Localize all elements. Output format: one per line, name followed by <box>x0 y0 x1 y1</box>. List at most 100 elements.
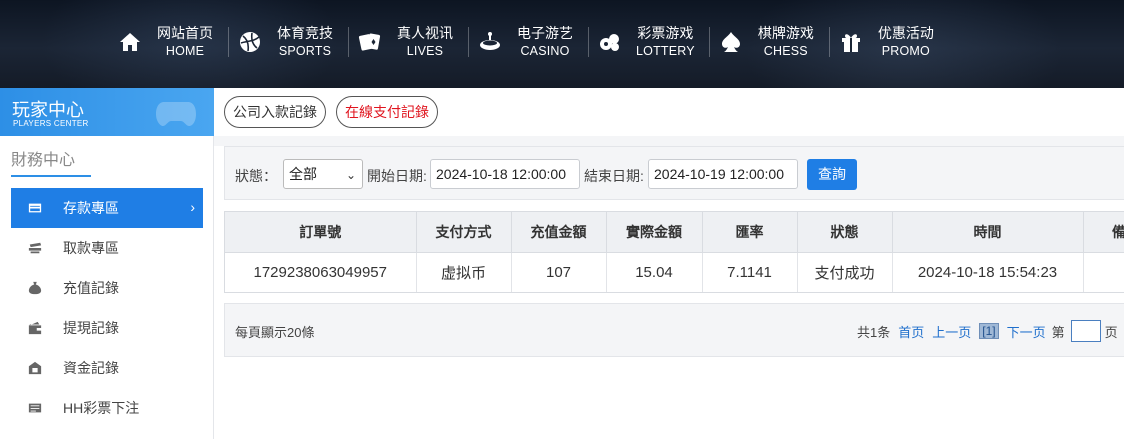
nav-label-cn: 真人视讯 <box>397 25 453 41</box>
home-icon <box>118 30 142 54</box>
nav-label: 真人视讯 LIVES <box>396 24 454 60</box>
page-jump-input[interactable] <box>1070 320 1101 342</box>
col-header-order-no: 訂單號 <box>225 212 417 253</box>
total-count: 共1条 <box>857 324 891 340</box>
first-page-link[interactable]: 首页 <box>898 322 924 341</box>
gift-icon <box>839 30 863 54</box>
nav-label-cn: 优惠活动 <box>877 25 934 41</box>
status-select[interactable]: 全部 ⌄ <box>283 159 363 189</box>
finance-center-heading: 財務中心 <box>11 152 76 169</box>
cell-time: 2024-10-18 15:54:23 <box>892 252 1084 292</box>
nav-label-en: PROMO <box>881 44 930 58</box>
spade-icon <box>719 30 743 54</box>
sidebar-menu: 存款專區 › 取款專區 充值記錄 提現記錄 資金記錄 HH彩票下注 <box>11 188 203 428</box>
next-page-link[interactable]: 下一页 <box>1007 322 1046 341</box>
nav-items: 网站首页 HOME 体育竞技 SPORTS 真人视讯 LIVES 电子游艺 CA… <box>108 20 949 64</box>
filter-bar: 狀態： 全部 ⌄ 開始日期: 2024-10-18 12:00:00 結束日期:… <box>224 146 1124 200</box>
top-nav: 网站首页 HOME 体育竞技 SPORTS 真人视讯 LIVES 电子游艺 CA… <box>0 0 1124 88</box>
chevron-right-icon: › <box>190 199 195 215</box>
nav-label-en: CASINO <box>520 44 570 58</box>
end-date-label: 結束日期: <box>584 168 644 184</box>
col-header-status: 狀態 <box>797 212 893 253</box>
lottery-balls-icon <box>598 30 622 54</box>
players-center-header: 玩家中心 PLAYERS CENTER <box>0 88 214 136</box>
nav-item-lives[interactable]: 真人视讯 LIVES <box>348 20 468 64</box>
safe-icon <box>27 360 43 376</box>
wallet-icon <box>27 320 43 336</box>
sidebar: 玩家中心 PLAYERS CENTER 財務中心 存款專區 › 取款專區 充值記… <box>0 88 214 439</box>
nav-item-lottery[interactable]: 彩票游戏 LOTTERY <box>588 20 709 64</box>
prev-page-link[interactable]: 上一页 <box>932 322 971 341</box>
query-button[interactable]: 查詢 <box>807 159 857 190</box>
start-date-input[interactable]: 2024-10-18 12:00:00 <box>430 159 580 189</box>
nav-label: 棋牌游戏 CHESS <box>757 24 815 60</box>
gamepad-icon <box>156 102 196 126</box>
sidebar-item-fund-records[interactable]: 資金記錄 <box>11 348 203 388</box>
nav-label-cn: 彩票游戏 <box>637 25 694 41</box>
ticket-icon <box>27 400 43 416</box>
money-bag-icon <box>27 280 43 296</box>
card-icon <box>27 200 43 216</box>
main-content: 公司入款記錄 在線支付記錄 狀態： 全部 ⌄ 開始日期: 2024-10-18 … <box>214 88 1124 439</box>
sidebar-item-label: 取款專區 <box>63 240 119 256</box>
sidebar-item-recharge-records[interactable]: 充值記錄 <box>11 268 203 308</box>
nav-label: 彩票游戏 LOTTERY <box>636 24 695 60</box>
sidebar-item-withdraw[interactable]: 取款專區 <box>11 228 203 268</box>
cell-actual-amount: 15.04 <box>606 252 703 292</box>
cash-icon <box>27 240 43 256</box>
nav-label: 优惠活动 PROMO <box>877 24 935 60</box>
slot-icon <box>478 30 502 54</box>
cell-order-no: 1729238063049957 <box>225 252 417 292</box>
status-select-value: 全部 <box>289 166 317 182</box>
table-row: 1729238063049957 虚拟币 107 15.04 7.1141 支付… <box>225 252 1124 292</box>
nav-label-en: LIVES <box>406 44 444 58</box>
col-header-exchange-rate: 匯率 <box>702 212 798 253</box>
sidebar-item-label: 存款專區 <box>63 200 119 216</box>
section-underline <box>11 175 91 177</box>
sidebar-item-withdraw-records[interactable]: 提現記錄 <box>11 308 203 348</box>
status-label: 狀態： <box>235 168 277 184</box>
nav-label: 电子游艺 CASINO <box>516 24 574 60</box>
chevron-down-icon: ⌄ <box>345 168 356 182</box>
pagination-bar: 每頁顯示20條 共1条 首页 上一页 [1] 下一页 第 页 <box>224 303 1124 357</box>
sidebar-item-label: HH彩票下注 <box>63 400 140 416</box>
ball-icon <box>238 30 262 54</box>
nav-label-cn: 棋牌游戏 <box>757 25 814 41</box>
sidebar-item-deposit[interactable]: 存款專區 › <box>11 188 203 228</box>
cell-recharge-amount: 107 <box>511 252 607 292</box>
cards-icon <box>358 30 382 54</box>
sidebar-item-hh-lottery[interactable]: HH彩票下注 <box>11 388 203 428</box>
page-jump-label: 第 <box>1051 324 1065 340</box>
nav-item-casino[interactable]: 电子游艺 CASINO <box>468 20 588 64</box>
nav-label-en: LOTTERY <box>636 44 695 58</box>
per-page-text: 每頁顯示20條 <box>235 325 315 340</box>
page-jump-suffix: 页 <box>1104 324 1118 340</box>
records-table: 訂單號 支付方式 充值金額 實際金額 匯率 狀態 時間 備 1729238063… <box>224 211 1124 293</box>
nav-label-cn: 电子游艺 <box>517 25 573 41</box>
nav-label: 体育竞技 SPORTS <box>276 24 334 60</box>
pagination-controls: 共1条 首页 上一页 [1] 下一页 第 页 <box>857 320 1118 342</box>
sidebar-item-label: 資金記錄 <box>63 360 119 376</box>
players-center-subtitle: PLAYERS CENTER <box>13 119 89 128</box>
nav-label-cn: 体育竞技 <box>277 25 333 41</box>
nav-item-chess[interactable]: 棋牌游戏 CHESS <box>708 20 829 64</box>
nav-label-en: SPORTS <box>278 44 332 58</box>
cell-status: 支付成功 <box>797 252 893 292</box>
nav-label: 网站首页 HOME <box>156 24 214 60</box>
end-date-input[interactable]: 2024-10-19 12:00:00 <box>648 159 798 189</box>
col-header-remark: 備 <box>1083 212 1124 253</box>
nav-item-promo[interactable]: 优惠活动 PROMO <box>828 20 949 64</box>
col-header-actual-amount: 實際金額 <box>606 212 703 253</box>
nav-item-sports[interactable]: 体育竞技 SPORTS <box>228 20 348 64</box>
nav-item-home[interactable]: 网站首页 HOME <box>108 20 228 64</box>
table-header-row: 訂單號 支付方式 充值金額 實際金額 匯率 狀態 時間 備 <box>225 212 1124 253</box>
col-header-time: 時間 <box>892 212 1084 253</box>
col-header-recharge-amount: 充值金額 <box>511 212 607 253</box>
cell-payment-method: 虚拟币 <box>416 252 512 292</box>
cell-exchange-rate: 7.1141 <box>702 252 798 292</box>
nav-label-en: CHESS <box>763 44 808 58</box>
sidebar-item-label: 充值記錄 <box>63 280 119 296</box>
tab-online-payment-records[interactable]: 在線支付記錄 <box>336 96 438 128</box>
current-page: [1] <box>979 323 999 339</box>
tab-company-deposit-records[interactable]: 公司入款記錄 <box>224 96 326 128</box>
